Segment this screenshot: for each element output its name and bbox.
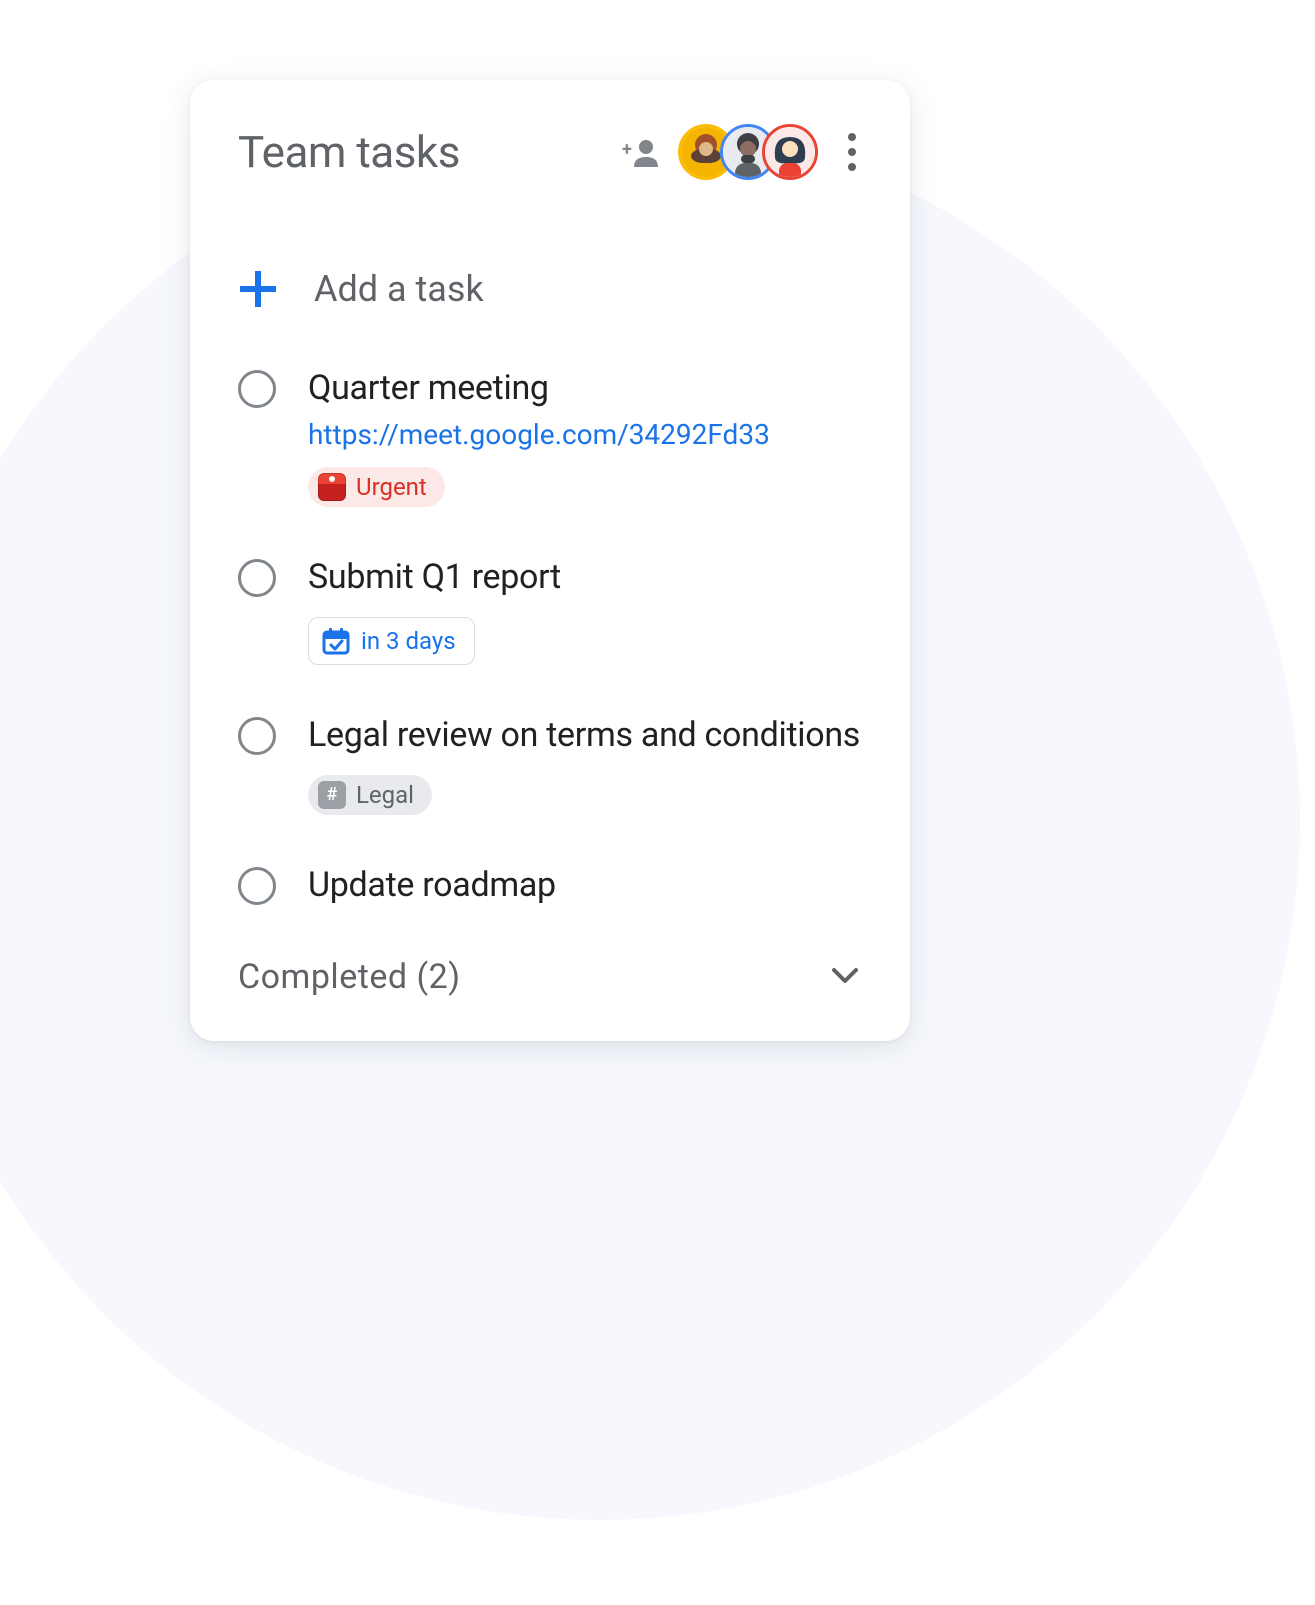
task-title[interactable]: Quarter meeting — [308, 366, 862, 412]
task-row: Legal review on terms and conditions # L… — [238, 713, 862, 815]
shared-avatars[interactable] — [678, 124, 818, 180]
chip-label: Legal — [356, 781, 414, 809]
task-complete-toggle[interactable] — [238, 867, 276, 905]
task-row: Submit Q1 report in 3 days — [238, 555, 862, 665]
tasks-card: Team tasks + — [190, 80, 910, 1041]
add-task-button[interactable]: Add a task — [238, 268, 862, 310]
list-title: Team tasks — [238, 126, 460, 178]
task-row: Quarter meeting https://meet.google.com/… — [238, 366, 862, 507]
calendar-check-icon — [321, 626, 351, 656]
more-menu-icon — [848, 133, 856, 141]
svg-text:+: + — [622, 139, 632, 160]
completed-label: Completed (2) — [238, 957, 461, 997]
plus-icon — [238, 269, 278, 309]
completed-section-toggle[interactable]: Completed (2) — [238, 957, 862, 997]
siren-icon — [318, 473, 346, 501]
task-complete-toggle[interactable] — [238, 559, 276, 597]
task-title[interactable]: Legal review on terms and conditions — [308, 713, 862, 759]
chip-label: in 3 days — [361, 627, 456, 655]
task-title[interactable]: Submit Q1 report — [308, 555, 862, 601]
task-row: Update roadmap — [238, 863, 862, 909]
chip-urgent[interactable]: Urgent — [308, 467, 445, 507]
chip-legal[interactable]: # Legal — [308, 775, 432, 815]
more-menu-button[interactable] — [842, 127, 862, 177]
avatar-3[interactable] — [762, 124, 818, 180]
add-task-label: Add a task — [314, 268, 484, 310]
hashtag-icon: # — [318, 781, 346, 809]
chip-date[interactable]: in 3 days — [308, 617, 475, 665]
task-complete-toggle[interactable] — [238, 370, 276, 408]
task-link[interactable]: https://meet.google.com/34292Fd33 — [308, 418, 862, 451]
header-actions: + — [622, 124, 862, 180]
add-person-icon: + — [622, 137, 660, 167]
chevron-down-icon — [828, 958, 862, 996]
task-title[interactable]: Update roadmap — [308, 863, 862, 909]
task-complete-toggle[interactable] — [238, 717, 276, 755]
card-header: Team tasks + — [238, 124, 862, 180]
add-person-button[interactable]: + — [622, 137, 660, 167]
chip-label: Urgent — [356, 473, 427, 501]
